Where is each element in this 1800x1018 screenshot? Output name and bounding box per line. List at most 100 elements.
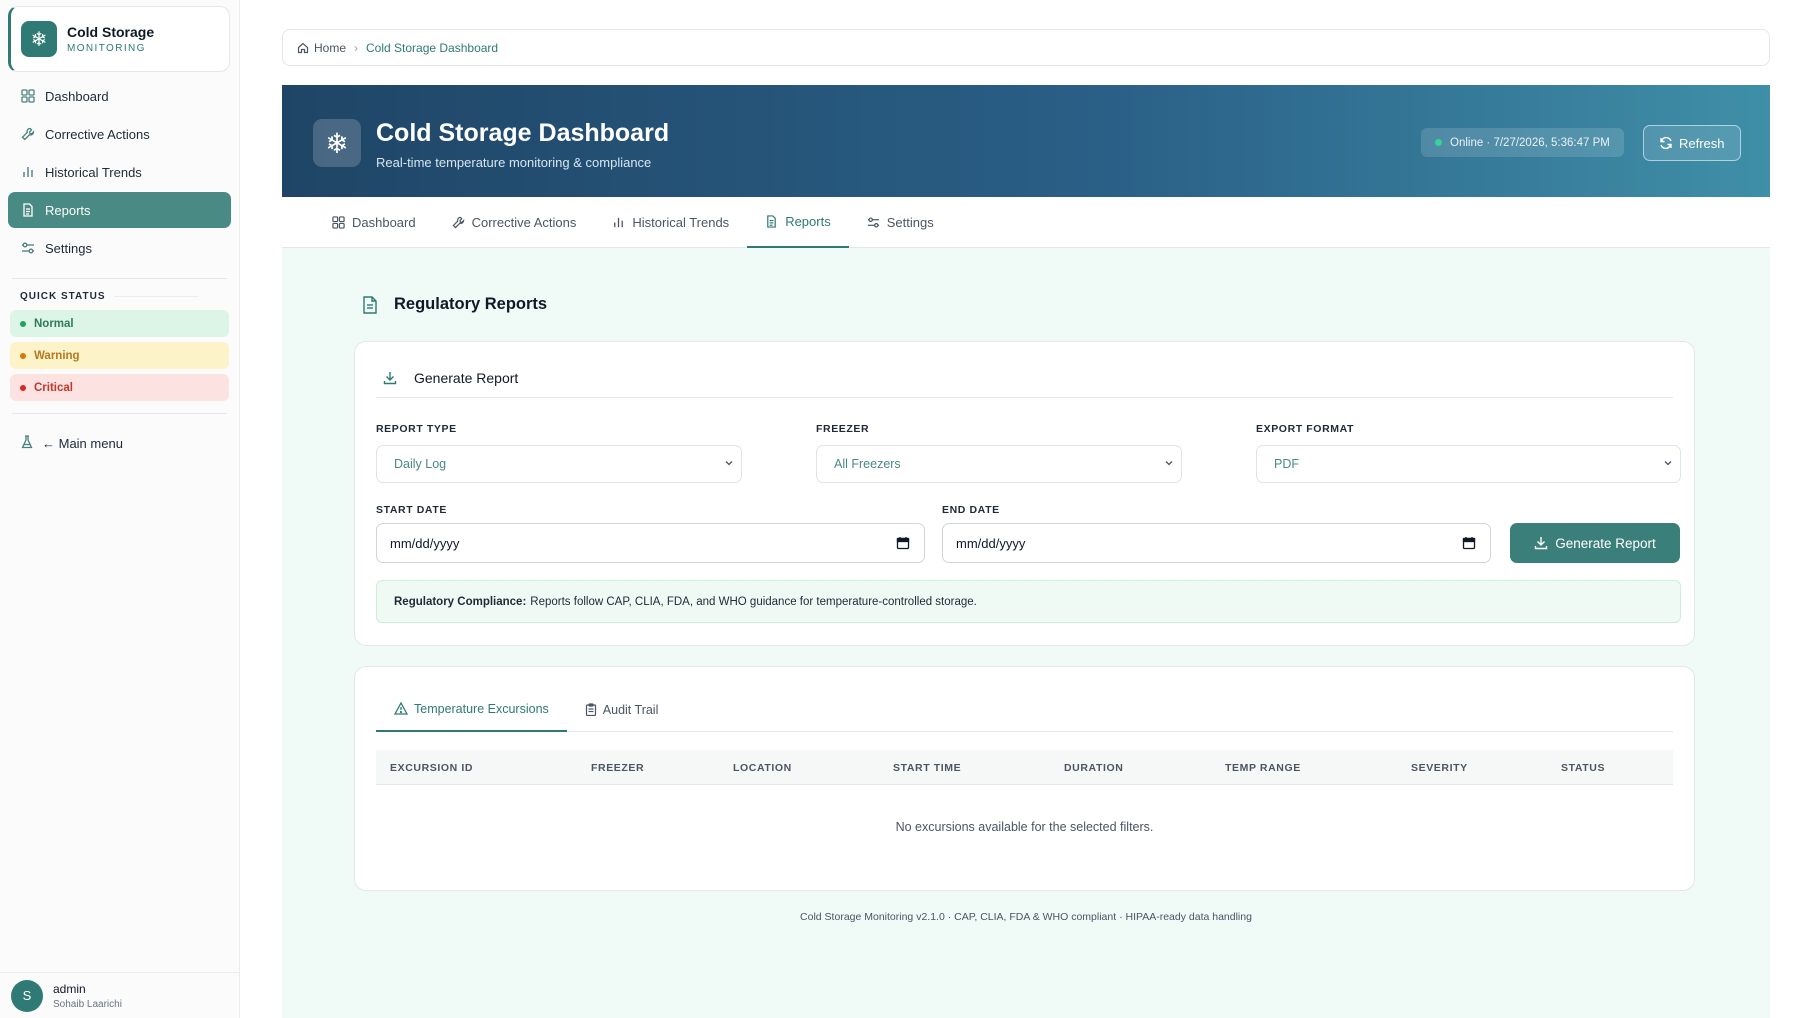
empty-state-message: No excursions available for the selected… [895, 820, 1154, 834]
online-status-badge: Online · 7/27/2026, 5:36:47 PM [1421, 128, 1624, 157]
export-format-label: EXPORT FORMAT [1256, 423, 1355, 435]
start-date-placeholder: mm/dd/yyyy [390, 535, 460, 551]
home-icon [297, 42, 309, 54]
sidebar-nav: Dashboard Corrective Actions Historical … [0, 78, 239, 266]
page-header: ❄ Cold Storage Dashboard Real-time tempe… [282, 85, 1770, 197]
tab-dashboard[interactable]: Dashboard [314, 197, 434, 248]
tab-historical-trends[interactable]: Historical Trends [594, 197, 747, 248]
status-normal[interactable]: Normal [10, 310, 229, 337]
warning-triangle-icon [394, 702, 408, 715]
tab-audit-trail[interactable]: Audit Trail [567, 687, 677, 732]
status-warning[interactable]: Warning [10, 342, 229, 369]
page-title: Cold Storage Dashboard [376, 119, 670, 147]
tab-label: Dashboard [352, 215, 416, 230]
sidebar-item-dashboard[interactable]: Dashboard [8, 78, 231, 114]
download-icon [1534, 536, 1548, 550]
user-full-name: Sohaib Laarichi [53, 998, 122, 1010]
tab-corrective-actions[interactable]: Corrective Actions [434, 197, 595, 248]
column-header[interactable]: STATUS [1561, 762, 1605, 774]
online-status-text: Online · 7/27/2026, 5:36:47 PM [1450, 136, 1610, 149]
generate-report-button[interactable]: Generate Report [1510, 523, 1680, 563]
grid-icon [20, 88, 36, 104]
tab-label: Reports [785, 214, 831, 229]
report-type-label: REPORT TYPE [376, 423, 457, 435]
status-critical[interactable]: Critical [10, 374, 229, 401]
compliance-label: Regulatory Compliance: [394, 595, 527, 608]
section-title-text: Regulatory Reports [394, 295, 548, 313]
chevron-down-icon [723, 457, 735, 469]
end-date-placeholder: mm/dd/yyyy [956, 535, 1026, 551]
quick-status-heading: QUICK STATUS [0, 291, 239, 302]
status-label: Warning [34, 349, 80, 362]
sidebar-item-corrective-actions[interactable]: Corrective Actions [8, 116, 231, 152]
snowflake-icon: ❄ [21, 21, 57, 57]
sidebar-item-label: Corrective Actions [45, 126, 150, 142]
bar-chart-icon [612, 216, 625, 229]
status-dot [20, 352, 26, 359]
refresh-icon [1659, 136, 1673, 150]
main-menu-label: ← Main menu [42, 435, 123, 451]
freezer-select[interactable]: All Freezers [816, 445, 1182, 483]
breadcrumb-home[interactable]: Home [314, 41, 346, 55]
start-date-input[interactable]: mm/dd/yyyy [376, 523, 925, 563]
calendar-icon[interactable] [896, 536, 910, 550]
freezer-value: All Freezers [834, 457, 901, 471]
divider [12, 278, 227, 279]
excursions-table-header: EXCURSION ID FREEZER LOCATION START TIME… [376, 750, 1673, 785]
report-subtabs: Temperature Excursions Audit Trail [376, 687, 1673, 732]
export-format-select[interactable]: PDF [1256, 445, 1681, 483]
chevron-down-icon [1163, 457, 1175, 469]
breadcrumb: Home › Cold Storage Dashboard [282, 29, 1770, 66]
footer-text: Cold Storage Monitoring v2.1.0 · CAP, CL… [800, 911, 1252, 923]
breadcrumb-current: Cold Storage Dashboard [366, 40, 499, 55]
tab-settings[interactable]: Settings [849, 197, 952, 248]
reports-content: Regulatory Reports Generate Report REPOR… [282, 248, 1770, 1018]
divider [12, 413, 227, 414]
user-profile[interactable]: S admin Sohaib Laarichi [0, 972, 240, 1018]
document-icon [20, 202, 36, 218]
document-icon [765, 215, 778, 228]
end-date-label: END DATE [942, 504, 1000, 516]
document-icon [362, 295, 378, 314]
column-header[interactable]: TEMP RANGE [1225, 762, 1301, 774]
subtab-label: Audit Trail [602, 702, 659, 717]
tab-label: Settings [886, 215, 934, 230]
download-icon [383, 371, 397, 385]
report-type-select[interactable]: Daily Log [376, 445, 742, 483]
sidebar-item-label: Reports [45, 202, 91, 218]
compliance-text: Reports follow CAP, CLIA, FDA, and WHO g… [530, 595, 977, 608]
export-format-value: PDF [1274, 457, 1299, 471]
brand[interactable]: ❄ Cold Storage MONITORING [8, 6, 230, 72]
generate-report-card: Generate Report REPORT TYPE Daily Log FR… [354, 341, 1695, 646]
tab-label: Corrective Actions [471, 215, 577, 230]
grid-icon [332, 216, 345, 229]
bar-chart-icon [20, 164, 36, 180]
column-header[interactable]: SEVERITY [1411, 762, 1468, 774]
quick-status-list: Normal Warning Critical [10, 310, 229, 401]
sidebar-item-settings[interactable]: Settings [8, 230, 231, 266]
avatar: S [11, 979, 43, 1012]
status-dot [20, 320, 26, 327]
calendar-icon[interactable] [1462, 536, 1476, 550]
column-header[interactable]: LOCATION [733, 762, 792, 774]
snowflake-icon: ❄ [313, 119, 361, 167]
sidebar-item-historical-trends[interactable]: Historical Trends [8, 154, 231, 190]
column-header[interactable]: EXCURSION ID [390, 762, 473, 774]
sidebar-item-reports[interactable]: Reports [8, 192, 231, 228]
start-date-label: START DATE [376, 504, 447, 516]
status-dot [20, 384, 26, 391]
clipboard-icon [585, 703, 597, 716]
main-menu-link[interactable]: ← Main menu [0, 426, 239, 460]
sliders-icon [867, 216, 880, 229]
column-header[interactable]: START TIME [893, 762, 961, 774]
sidebar-item-label: Dashboard [45, 88, 109, 104]
chevron-down-icon [1662, 457, 1674, 469]
column-header[interactable]: DURATION [1064, 762, 1123, 774]
wrench-icon [20, 126, 36, 142]
column-header[interactable]: FREEZER [591, 762, 644, 774]
refresh-button[interactable]: Refresh [1643, 125, 1741, 161]
tab-temperature-excursions[interactable]: Temperature Excursions [376, 687, 567, 732]
tab-reports[interactable]: Reports [747, 197, 849, 248]
section-title: Regulatory Reports [362, 295, 547, 314]
end-date-input[interactable]: mm/dd/yyyy [942, 523, 1491, 563]
